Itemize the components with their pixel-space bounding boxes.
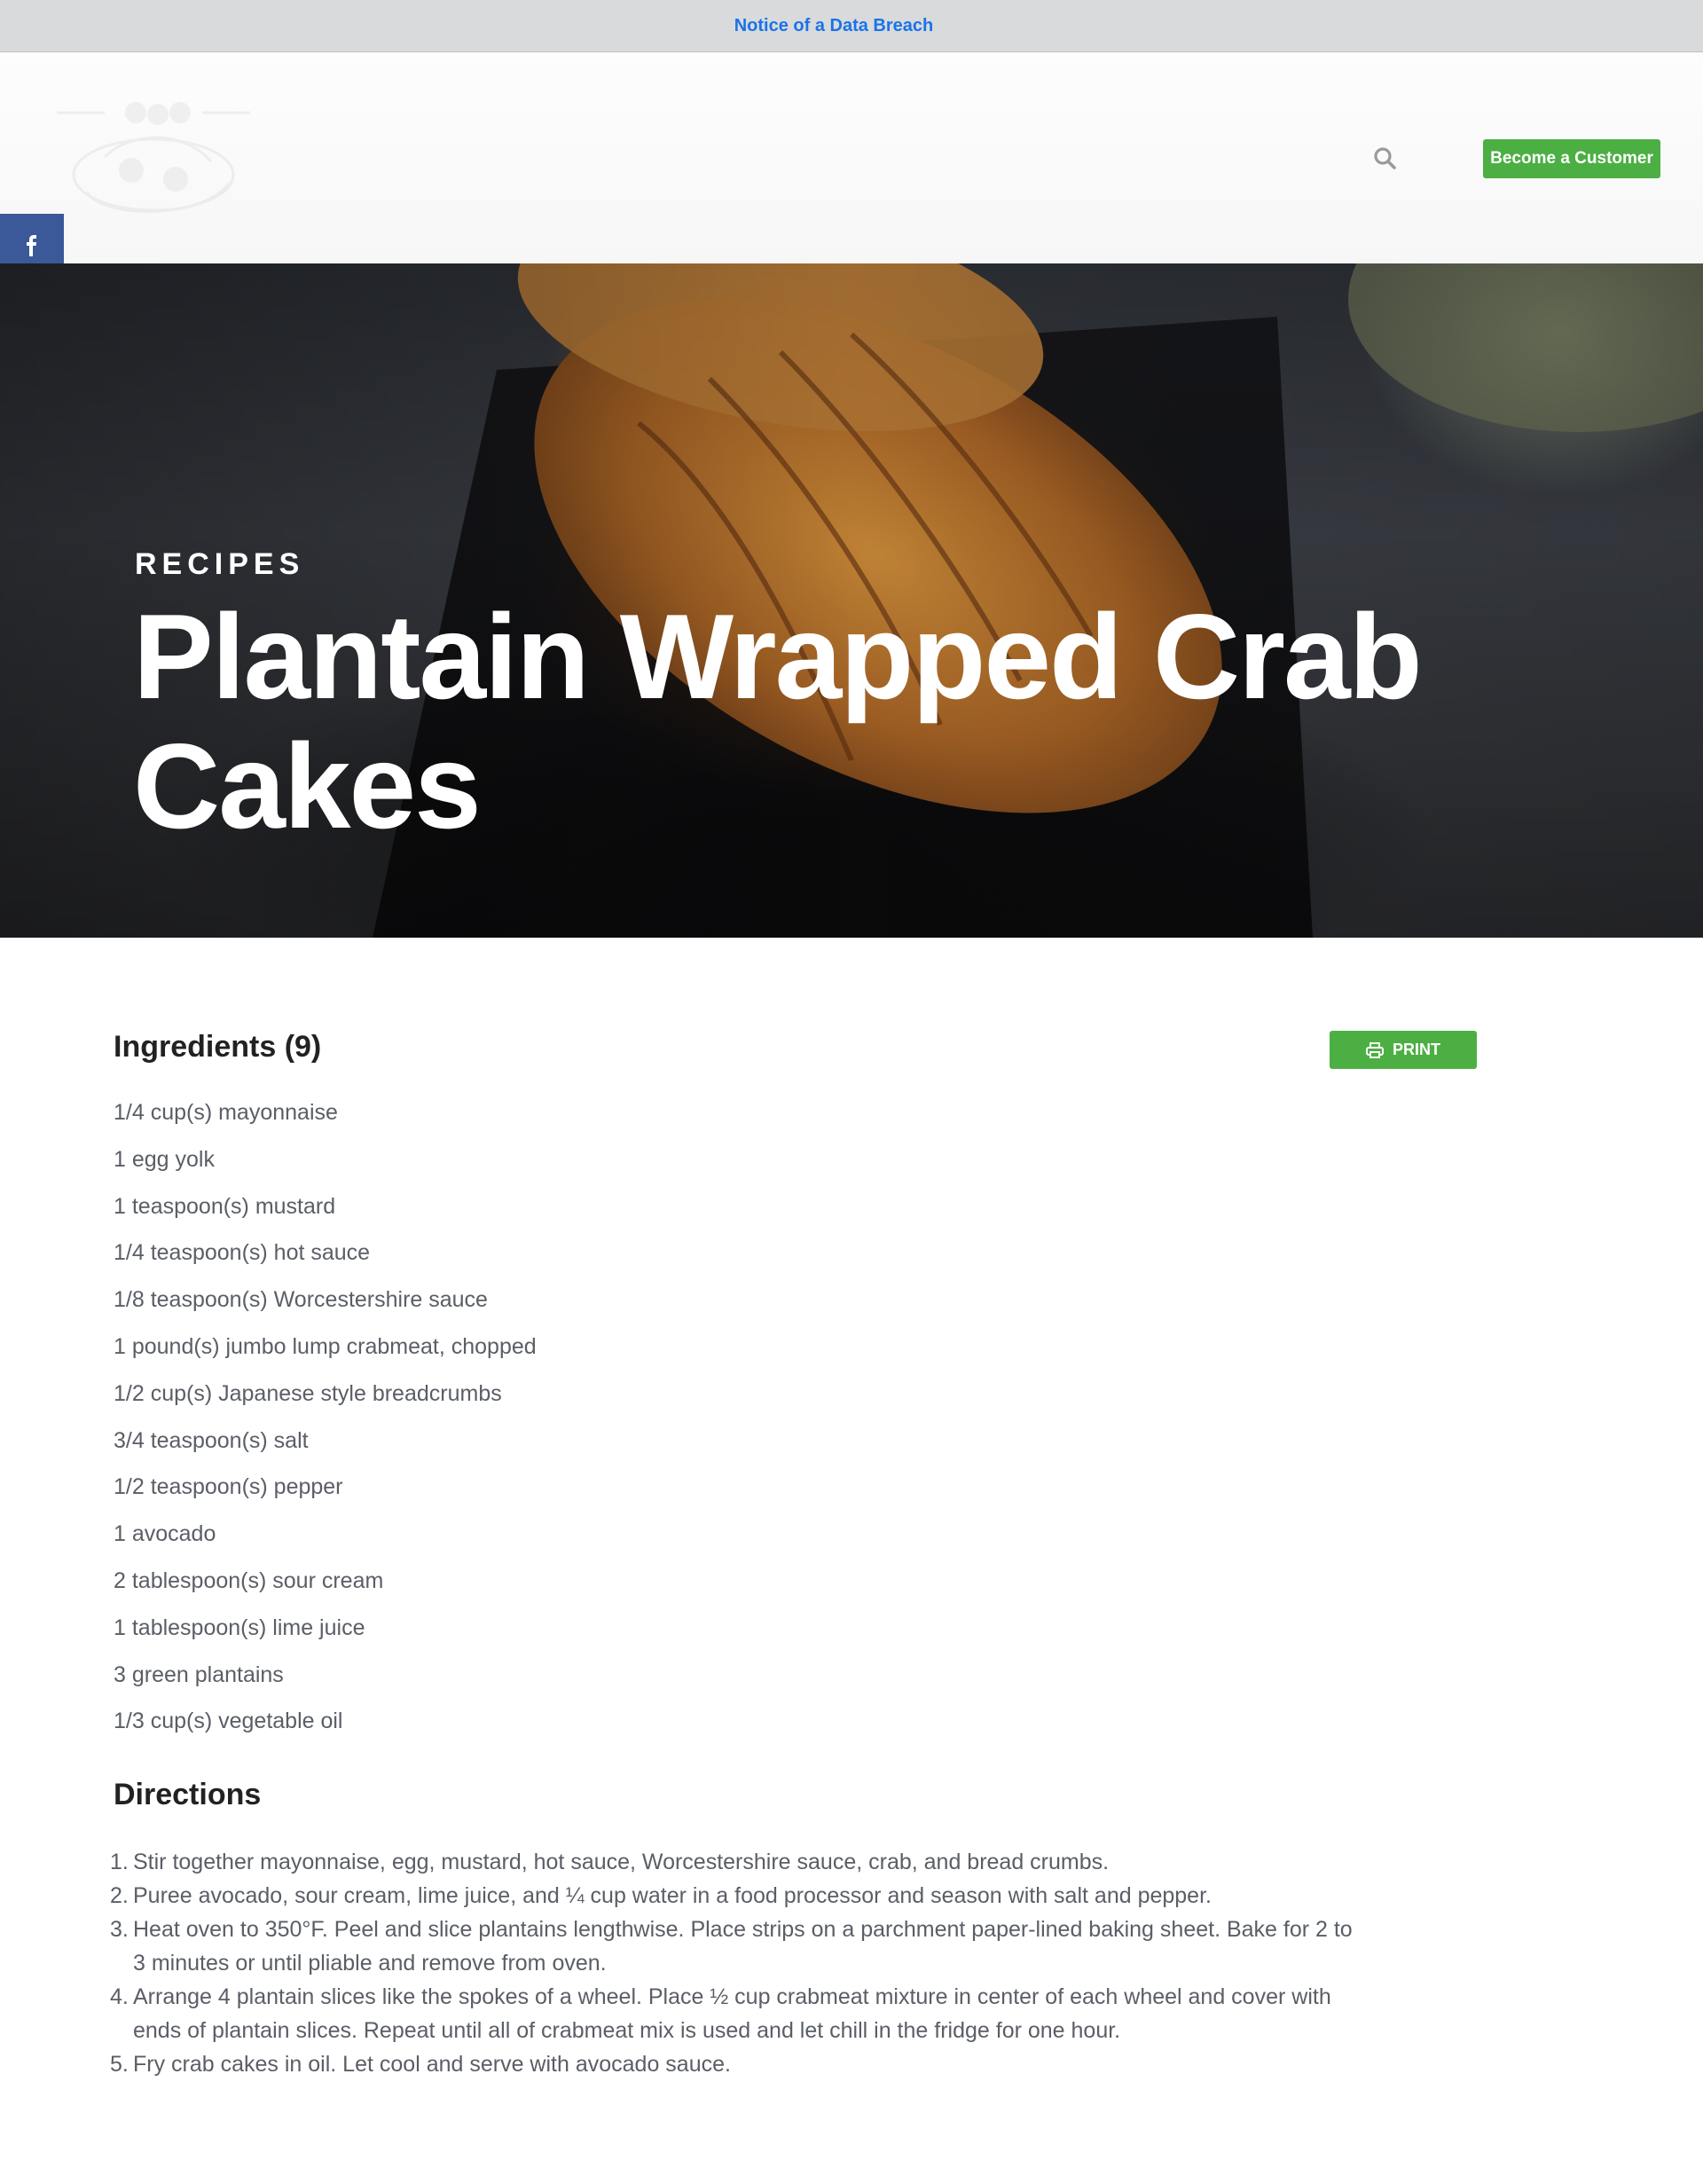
ingredient-item: 1/4 cup(s) mayonnaise	[114, 1100, 338, 1125]
ingredient-item: 3/4 teaspoon(s) salt	[114, 1427, 309, 1453]
direction-step: Stir together mayonnaise, egg, mustard, …	[110, 1845, 1110, 1879]
print-label: PRINT	[1393, 1041, 1440, 1058]
hero-eyebrow: RECIPES	[135, 547, 305, 581]
ingredient-item: 3 green plantains	[114, 1662, 284, 1687]
ingredient-item: 1/2 teaspoon(s) pepper	[114, 1474, 343, 1500]
direction-step: Fry crab cakes in oil. Let cool and serv…	[110, 2047, 731, 2081]
sysco-logo[interactable]	[51, 95, 255, 228]
ingredient-item: 1 teaspoon(s) mustard	[114, 1193, 336, 1219]
hero-banner: RECIPES Plantain Wrapped Crab Cakes	[0, 263, 1703, 938]
directions-list: Stir together mayonnaise, egg, mustard, …	[110, 1845, 1357, 2081]
ingredient-item: 1/2 cup(s) Japanese style breadcrumbs	[114, 1380, 502, 1406]
recipe-title: Plantain Wrapped Crab Cakes	[133, 589, 1423, 853]
direction-step: Puree avocado, sour cream, lime juice, a…	[110, 1879, 1212, 1913]
direction-step: Heat oven to 350°F. Peel and slice plant…	[110, 1913, 1353, 1976]
logo-graphic	[57, 102, 250, 213]
ingredient-item: 1 tablespoon(s) lime juice	[114, 1614, 365, 1640]
ingredients-list: 1/4 cup(s) mayonnaise 1 egg yolk 1 teasp…	[114, 1096, 537, 1752]
notice-bar: Notice of a Data Breach	[0, 0, 1703, 52]
search-icon	[1374, 147, 1396, 169]
printer-icon	[1366, 1041, 1384, 1058]
print-button[interactable]: PRINT	[1330, 1031, 1477, 1069]
ingredient-item: 2 tablespoon(s) sour cream	[114, 1567, 384, 1593]
facebook-icon	[27, 235, 36, 256]
ingredients-heading: Ingredients (9)	[114, 1030, 322, 1064]
ingredient-item: 1/8 teaspoon(s) Worcestershire sauce	[114, 1287, 488, 1313]
data-breach-notice-link[interactable]: Notice of a Data Breach	[734, 16, 934, 36]
become-customer-button[interactable]: Become a Customer	[1483, 139, 1660, 178]
ingredient-item: 1/4 teaspoon(s) hot sauce	[114, 1240, 371, 1266]
ingredient-item: 1/3 cup(s) vegetable oil	[114, 1709, 343, 1734]
ingredient-item: 1 egg yolk	[114, 1146, 215, 1172]
direction-step: Arrange 4 plantain slices like the spoke…	[110, 1980, 1331, 2043]
site-header: Become a Customer	[0, 52, 1703, 263]
directions-heading: Directions	[114, 1778, 262, 1811]
search-button[interactable]	[1369, 143, 1400, 173]
ingredient-item: 1 avocado	[114, 1521, 216, 1547]
ingredient-item: 1 pound(s) jumbo lump crabmeat, chopped	[114, 1333, 537, 1359]
